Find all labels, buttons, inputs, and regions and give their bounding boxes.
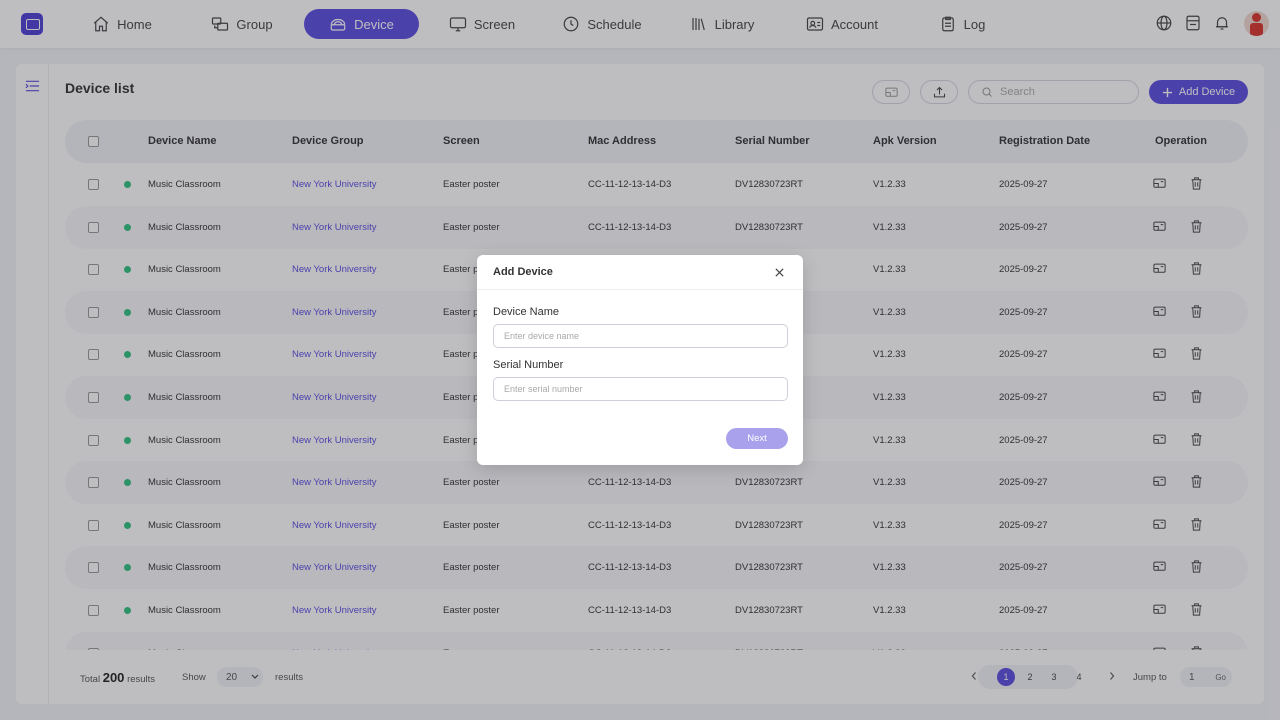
close-icon[interactable] [774, 267, 785, 278]
device-name-label: Device Name [493, 306, 560, 318]
dialog-title: Add Device [493, 266, 553, 278]
dialog-header: Add Device [477, 255, 803, 290]
serial-number-field[interactable] [493, 377, 788, 401]
serial-number-label: Serial Number [493, 359, 564, 371]
next-button[interactable]: Next [726, 428, 788, 449]
device-name-field[interactable] [493, 324, 788, 348]
add-device-dialog: Add Device Device Name Serial Number Nex… [477, 255, 803, 465]
